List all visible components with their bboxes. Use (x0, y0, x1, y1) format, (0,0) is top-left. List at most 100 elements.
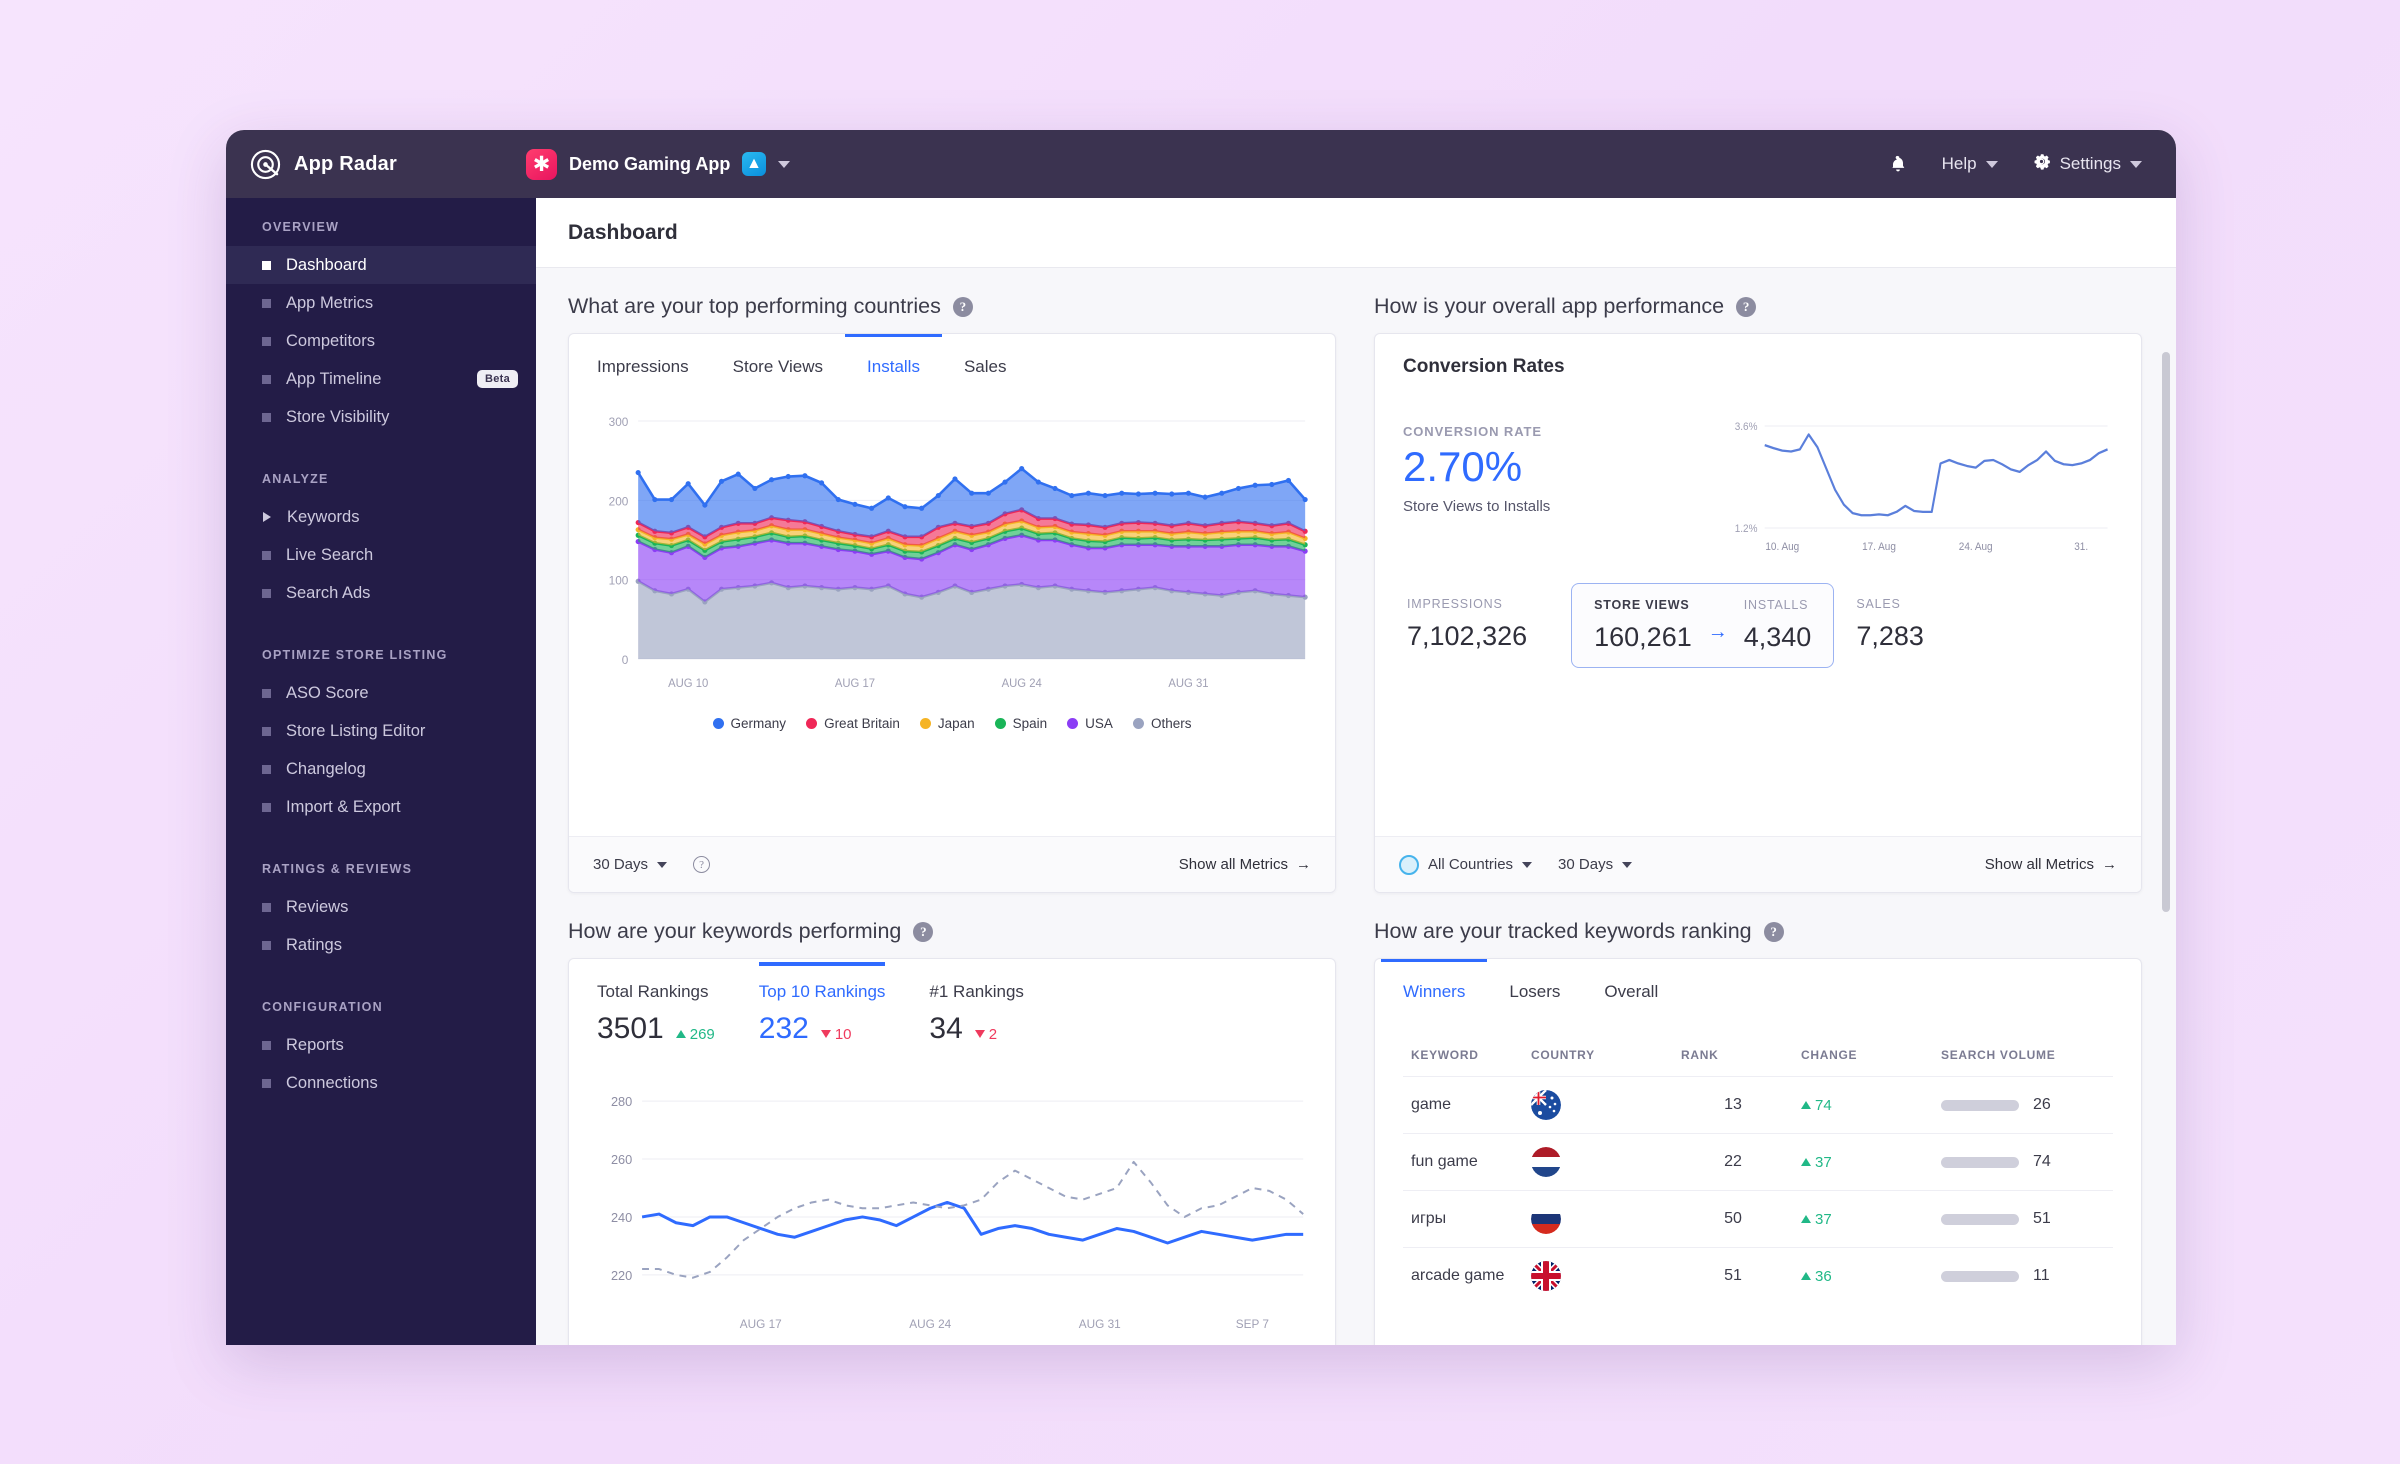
table-row[interactable]: fun game 22 37 74 (1403, 1133, 2113, 1191)
metric-sales[interactable]: SALES 7,283 (1852, 583, 1950, 668)
sidebar: OVERVIEW Dashboard App Metrics Competito… (226, 198, 536, 1345)
volume-value: 51 (2033, 1210, 2051, 1227)
stat-top-10-rankings[interactable]: Top 10 Rankings 232 10 (737, 962, 908, 1060)
table-row[interactable]: game 13 74 26 (1403, 1076, 2113, 1134)
settings-menu[interactable]: Settings (2032, 152, 2142, 176)
app-switcher[interactable]: ✱ Demo Gaming App (526, 148, 791, 180)
sidebar-item-app-timeline[interactable]: App Timeline Beta (226, 360, 536, 398)
legend-label: Others (1150, 716, 1192, 731)
legend-dot-icon (994, 718, 1006, 729)
sidebar-item-ratings[interactable]: Ratings (226, 926, 536, 964)
svg-text:24. Aug: 24. Aug (1959, 541, 1993, 554)
conversion-rate-chart: 3.6% 1.2% 10. Aug 17. Aug 24. Aug 31. (1723, 408, 2113, 567)
sidebar-item-dashboard[interactable]: Dashboard (226, 246, 536, 284)
sidebar-item-connections[interactable]: Connections (226, 1064, 536, 1102)
table-row[interactable]: игры 50 37 51 (1403, 1190, 2113, 1248)
sidebar-section-title: ANALYZE (262, 472, 329, 486)
cell-rank: 22 (1673, 1133, 1793, 1191)
tracked-tabs: Winners Losers Overall (1375, 959, 2141, 1018)
metric-installs[interactable]: INSTALLS 4,340 (1744, 596, 1812, 655)
sidebar-item-changelog[interactable]: Changelog (226, 750, 536, 788)
cell-rank: 13 (1673, 1076, 1793, 1134)
bullet-icon (262, 764, 271, 774)
bullet-icon (262, 298, 271, 308)
brand-name: App Radar (294, 152, 397, 175)
svg-text:AUG 24: AUG 24 (909, 1317, 951, 1331)
bullet-icon (262, 588, 271, 598)
legend-item-great-britain[interactable]: Great Britain (806, 716, 900, 731)
cell-country (1523, 1133, 1673, 1191)
show-all-metrics-link[interactable]: Show all Metrics → (1985, 856, 2117, 873)
metrics-row: IMPRESSIONS 7,102,326 STORE VIEWS 160,26… (1375, 575, 2141, 694)
help-menu[interactable]: Help (1942, 154, 1998, 174)
legend-item-japan[interactable]: Japan (919, 716, 975, 731)
help-icon[interactable]: ? (913, 921, 934, 942)
country-select[interactable]: All Countries (1399, 854, 1533, 875)
sidebar-item-label: Ratings (286, 935, 342, 954)
sidebar-item-competitors[interactable]: Competitors (226, 322, 536, 360)
sidebar-item-import-export[interactable]: Import & Export (226, 788, 536, 826)
help-icon[interactable]: ? (693, 856, 711, 873)
legend-item-usa[interactable]: USA (1067, 716, 1113, 731)
legend-item-others[interactable]: Others (1132, 716, 1192, 731)
stat-total-rankings[interactable]: Total Rankings 3501 269 (575, 963, 737, 1060)
tab-losers[interactable]: Losers (1487, 959, 1582, 1018)
sidebar-item-search-ads[interactable]: Search Ads (226, 574, 536, 612)
metric-store-views[interactable]: STORE VIEWS 160,261 (1594, 596, 1692, 655)
sidebar-item-keywords[interactable]: Keywords (226, 498, 536, 536)
sidebar-item-reviews[interactable]: Reviews (226, 888, 536, 926)
stat-delta: 269 (675, 1026, 715, 1043)
metric-impressions[interactable]: IMPRESSIONS 7,102,326 (1403, 583, 1553, 668)
page-header: Dashboard (536, 198, 2176, 268)
date-range-select[interactable]: 30 Days (1558, 856, 1633, 873)
stat-number-one-rankings[interactable]: #1 Rankings 34 2 (907, 963, 1046, 1060)
dashboard-scroll-area[interactable]: What are your top performing countries ?… (536, 268, 2176, 1345)
sidebar-item-store-visibility[interactable]: Store Visibility (226, 398, 536, 436)
countries-card-footer: 30 Days ? Show all Metrics → (569, 836, 1335, 892)
svg-text:SEP 7: SEP 7 (1236, 1317, 1270, 1331)
vertical-scrollbar[interactable] (2162, 352, 2170, 912)
date-range-select[interactable]: 30 Days (593, 856, 668, 873)
sidebar-section-title: OPTIMIZE STORE LISTING (262, 648, 448, 662)
sidebar-item-aso-score[interactable]: ASO Score (226, 674, 536, 712)
legend-item-spain[interactable]: Spain (994, 716, 1047, 731)
stat-delta-value: 10 (834, 1025, 852, 1043)
change-delta: 74 (1801, 1097, 1925, 1114)
help-icon[interactable]: ? (1763, 921, 1784, 942)
show-all-metrics-link[interactable]: Show all Metrics → (1179, 856, 1311, 873)
tab-installs[interactable]: Installs (845, 334, 942, 393)
brand[interactable]: App Radar (250, 149, 526, 180)
table-row[interactable]: arcade game 51 36 11 (1403, 1247, 2113, 1304)
tab-sales[interactable]: Sales (942, 334, 1029, 393)
keyword-rank-chart: 220 240 260 280 AUG 17 AUG 24 AUG 31 SEP 7 (569, 1062, 1335, 1345)
bullet-icon (262, 374, 271, 384)
help-icon[interactable]: ? (1736, 296, 1757, 317)
metric-group-conversion[interactable]: STORE VIEWS 160,261 → INSTALLS 4,340 (1571, 583, 1835, 668)
help-icon[interactable]: ? (952, 296, 973, 317)
sidebar-item-app-metrics[interactable]: App Metrics (226, 284, 536, 322)
sidebar-item-reports[interactable]: Reports (226, 1026, 536, 1064)
bullet-icon (262, 1040, 271, 1050)
arrow-right-icon: → (1707, 621, 1728, 643)
legend-dot-icon (919, 718, 931, 729)
volume-bar (1941, 1099, 2019, 1111)
tab-impressions[interactable]: Impressions (575, 334, 711, 393)
sidebar-item-label: Reports (286, 1035, 344, 1054)
stat-value: 232 (758, 1012, 809, 1045)
arrow-up-icon (1801, 1272, 1811, 1280)
sidebar-item-live-search[interactable]: Live Search (226, 536, 536, 574)
notifications-bell-icon[interactable] (1888, 153, 1908, 175)
cell-country (1523, 1076, 1673, 1134)
stat-value: 34 (929, 1012, 963, 1045)
tab-overall[interactable]: Overall (1582, 959, 1680, 1018)
conversion-rate-label: CONVERSION RATE (1403, 424, 1542, 439)
legend-dot-icon (1132, 718, 1144, 729)
tab-winners[interactable]: Winners (1381, 959, 1488, 1018)
sidebar-item-store-listing-editor[interactable]: Store Listing Editor (226, 712, 536, 750)
sidebar-section-analyze: ANALYZE Keywords Live Search Search Ads (226, 472, 536, 612)
change-delta: 37 (1801, 1211, 1925, 1228)
cell-search-volume: 74 (1933, 1133, 2113, 1191)
tab-store-views[interactable]: Store Views (711, 334, 845, 393)
legend-item-germany[interactable]: Germany (712, 716, 786, 731)
arrow-up-icon (675, 1030, 686, 1038)
